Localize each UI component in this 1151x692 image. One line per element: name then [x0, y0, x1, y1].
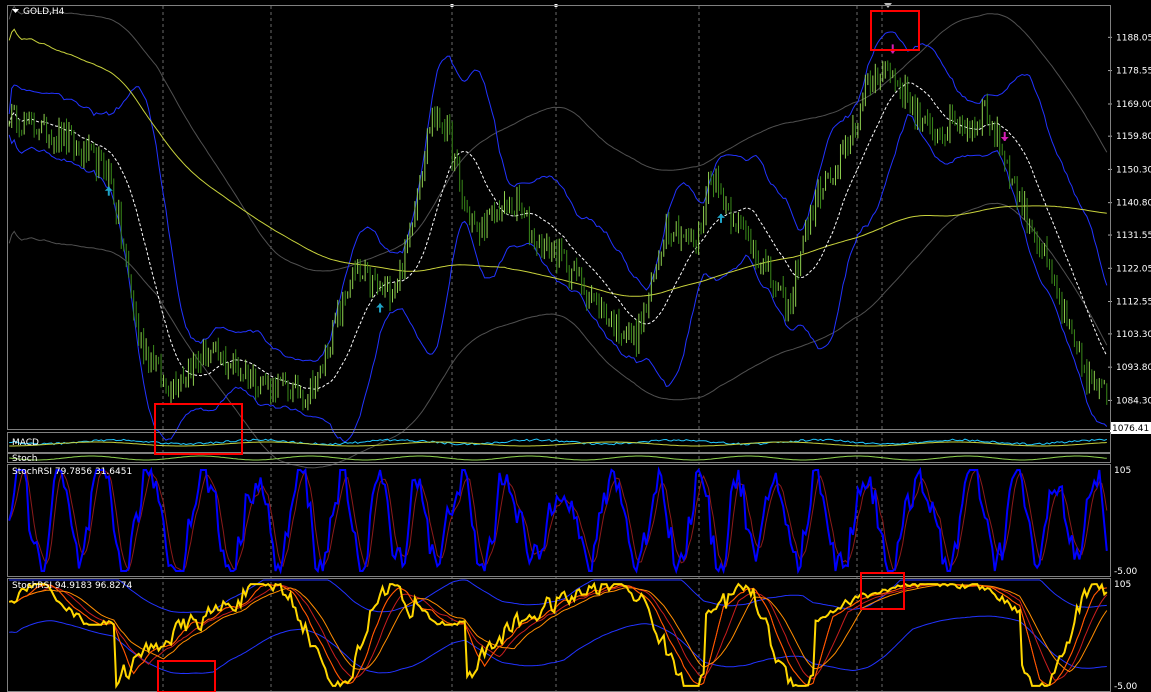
- stoch-panel[interactable]: Stoch: [7, 453, 1111, 465]
- stochrsi-panel-1[interactable]: StochRSI 79.7856 31.6451 105 -5.00: [7, 464, 1138, 578]
- stochrsi-main-line: [8, 581, 1108, 689]
- price-tick-label: 1150.30: [1116, 165, 1151, 175]
- sell-arrow-icon: [1000, 131, 1009, 141]
- price-tick-label: 1178.55: [1116, 67, 1151, 77]
- stochrsi-signal-line: [9, 583, 1107, 686]
- stochrsi-tick-label: 105: [1114, 580, 1131, 590]
- price-tick-label: 1112.55: [1116, 298, 1151, 308]
- highlight-box: [870, 10, 920, 51]
- candles: [8, 60, 1108, 411]
- price-tick-label: 1159.80: [1116, 132, 1151, 142]
- highlight-boxes: [154, 3, 920, 692]
- stochrsi-title: StochRSI 79.7856 31.6451: [12, 467, 132, 477]
- stoch-line: [9, 455, 1107, 461]
- vertical-grid: [162, 6, 883, 692]
- moving-average-long: [8, 28, 1107, 297]
- price-tick-label: 1084.30: [1116, 396, 1151, 406]
- stochrsi-main-line: [8, 466, 1108, 575]
- stochrsi-tick-label: 105: [1114, 466, 1131, 476]
- trading-chart: GOLD,H4 1188.05 1178.55 1169.00 1159.80 1150.…: [7, 3, 1151, 692]
- buy-arrow-icon: [376, 303, 385, 313]
- chart-title: GOLD,H4: [12, 7, 65, 17]
- sell-arrow-icon: [888, 44, 897, 54]
- chart-title-text: GOLD,H4: [23, 7, 65, 17]
- price-tick-label: 1103.30: [1116, 330, 1151, 340]
- buy-arrow-icon: [717, 213, 726, 223]
- macd-signal: [9, 441, 1107, 447]
- bollinger-upper: [8, 31, 1108, 362]
- stochrsi-tick-label: -5.00: [1114, 682, 1138, 692]
- stochrsi-ma-line: [9, 583, 1107, 686]
- stochrsi-title: StochRSI 94.9183 96.8274: [12, 581, 132, 591]
- stochrsi-tick-label: -5.00: [1114, 567, 1138, 577]
- macd-title: MACD: [12, 438, 39, 448]
- stoch-title: Stoch: [12, 454, 37, 464]
- price-tick-label: 1188.05: [1116, 33, 1151, 43]
- price-tick-label: 1169.00: [1116, 100, 1151, 110]
- price-axis: 1188.05 1178.55 1169.00 1159.80 1150.30 1140.…: [1108, 33, 1151, 434]
- price-tick-label: 1140.80: [1116, 199, 1151, 209]
- highlight-box: [157, 660, 216, 692]
- stochrsi-panel-2[interactable]: StochRSI 94.9183 96.8274 105 -5.00: [7, 578, 1138, 692]
- envelope-lower: [8, 202, 1108, 469]
- price-tick-label: 1122.05: [1116, 264, 1151, 274]
- current-price-label: 1076.41: [1112, 424, 1149, 434]
- price-tick-label: 1131.55: [1116, 231, 1151, 241]
- price-tick-label: 1093.80: [1116, 363, 1151, 373]
